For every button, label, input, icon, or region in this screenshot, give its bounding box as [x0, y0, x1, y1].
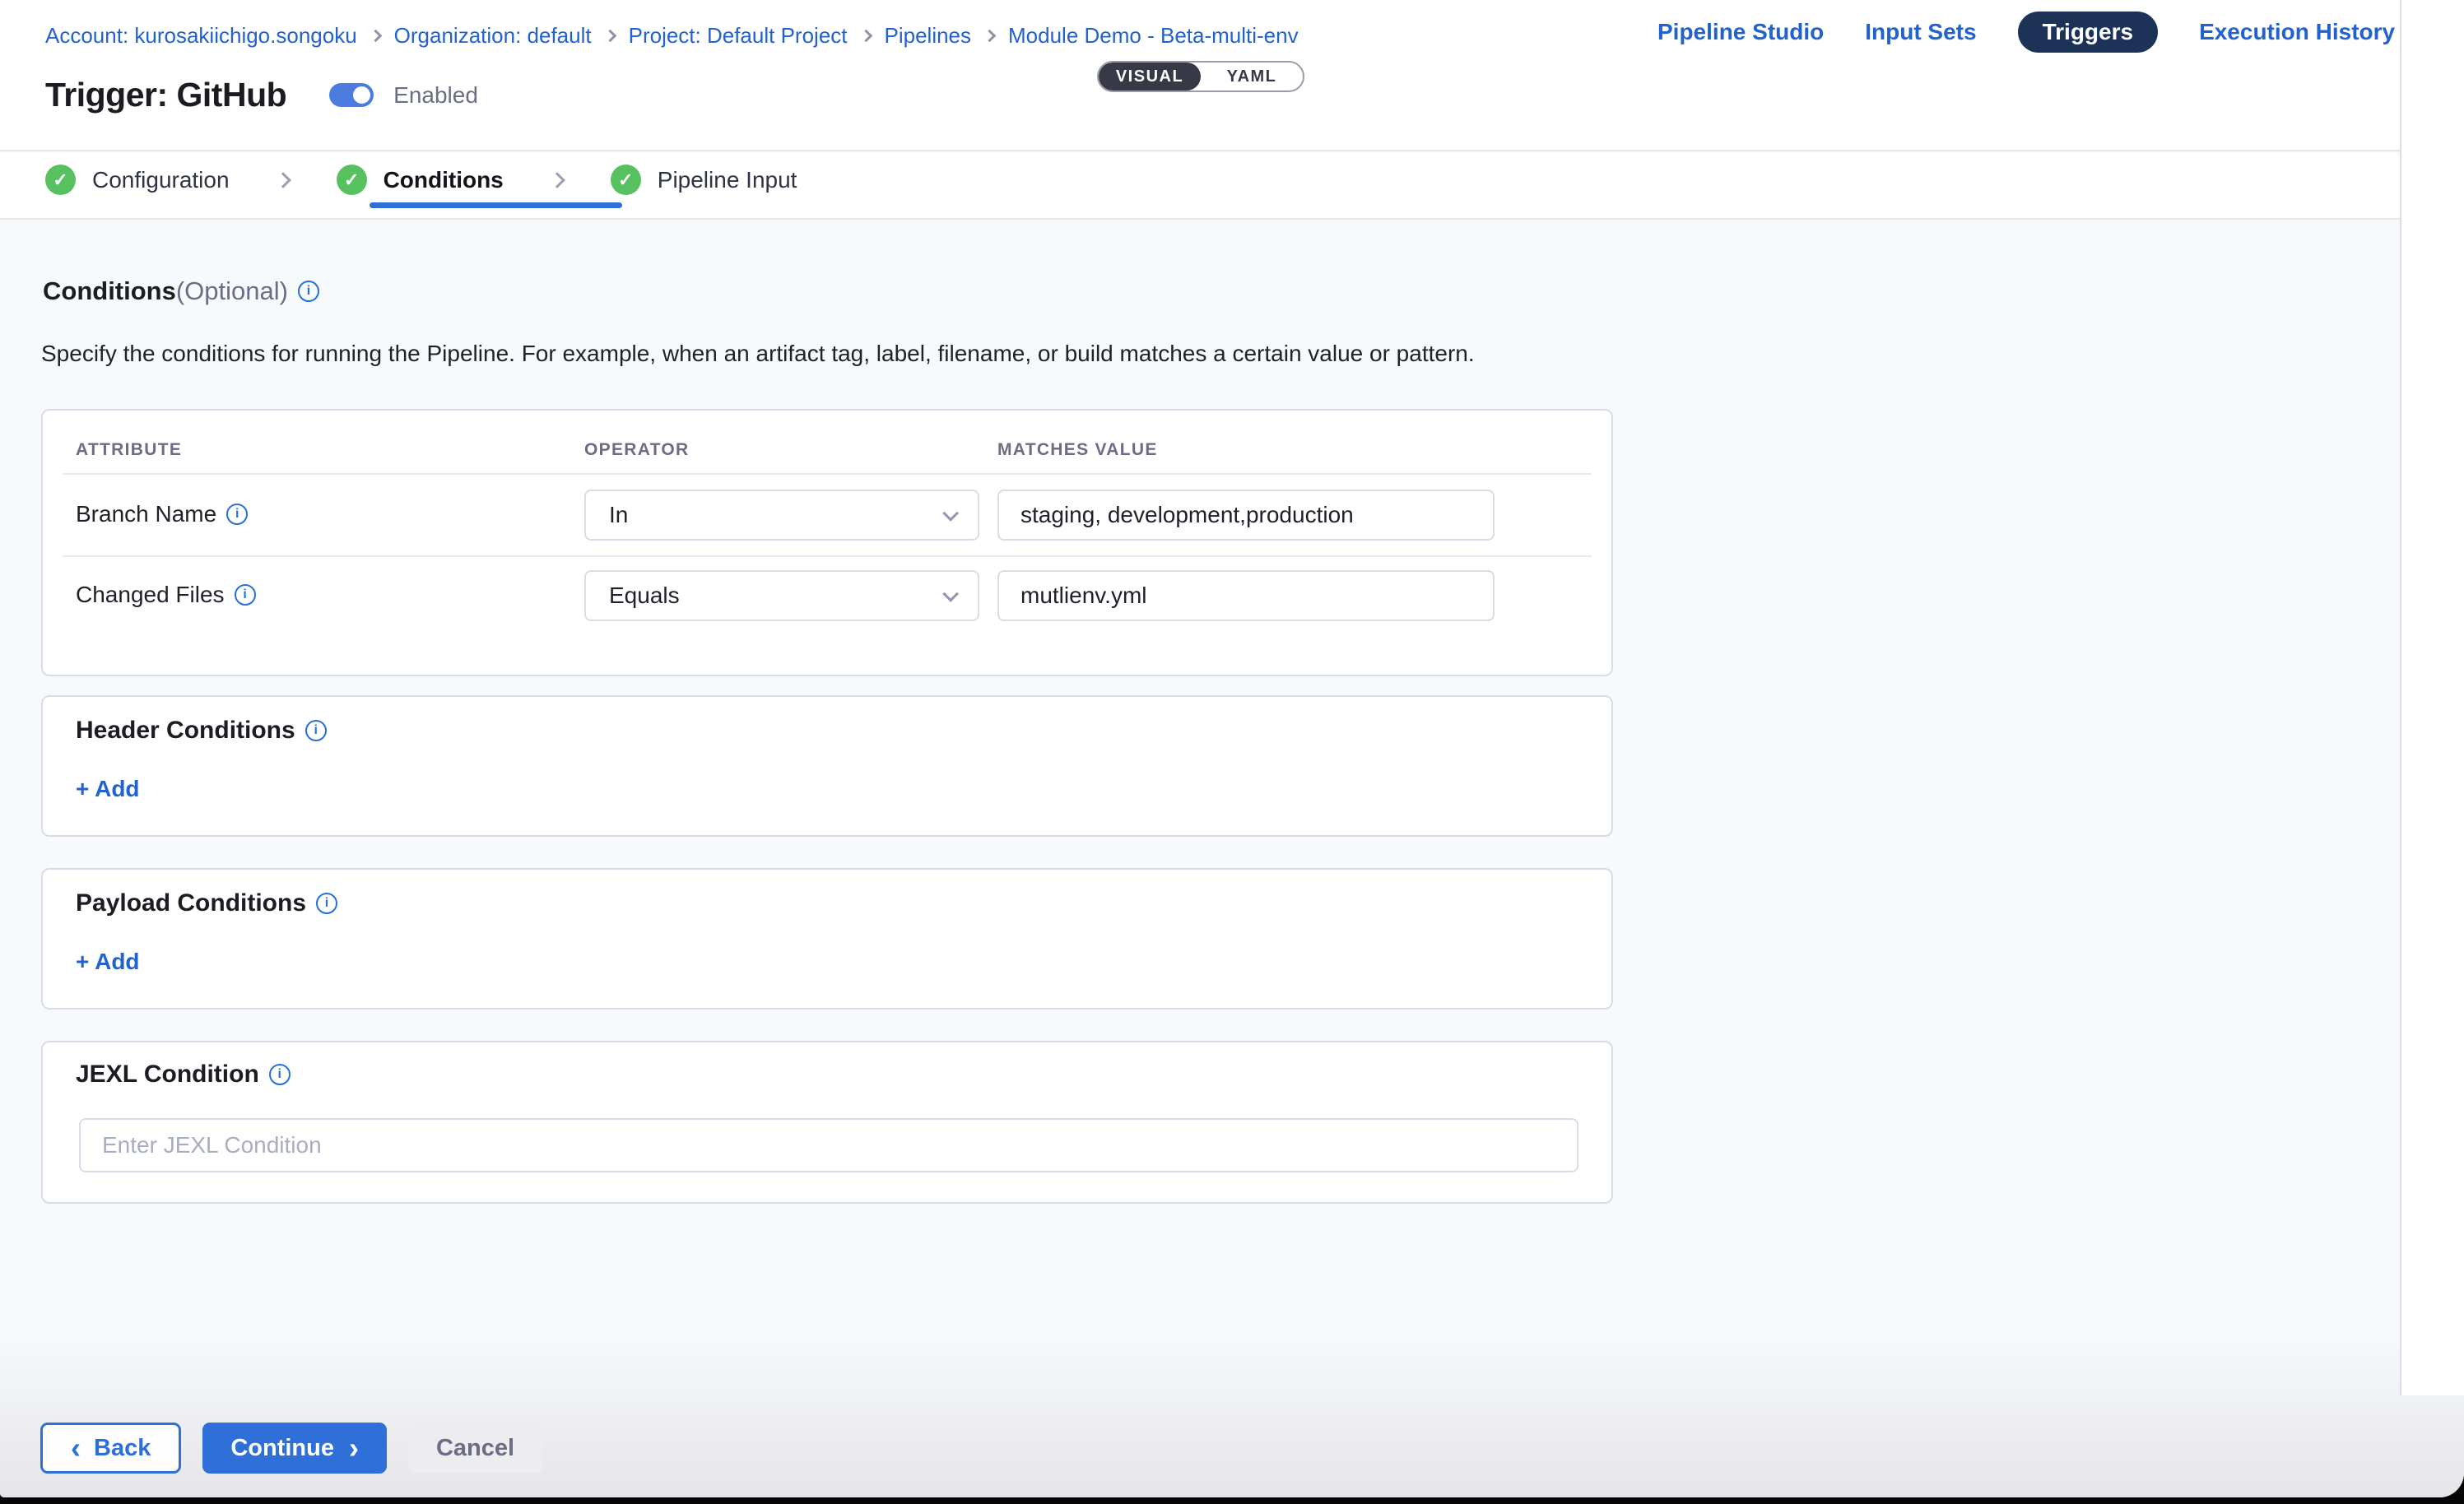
divider — [63, 473, 1592, 475]
continue-button-label: Continue — [230, 1435, 334, 1462]
breadcrumb: Account: kurosakiichigo.songoku Organiza… — [45, 23, 1299, 49]
wizard-tabs: ✓ Configuration ✓ Conditions ✓ Pipeline … — [45, 165, 797, 195]
matches-value-input-changed-files[interactable] — [997, 570, 1495, 621]
wizard-footer: ‹ Back Continue › Cancel — [40, 1423, 542, 1474]
nav-triggers[interactable]: Triggers — [2018, 12, 2158, 53]
desktop-background: Account: kurosakiichigo.songoku Organiza… — [0, 0, 2464, 1504]
check-icon: ✓ — [337, 165, 367, 195]
attribute-name: Changed Files — [76, 582, 225, 608]
conditions-heading-text: Conditions — [43, 276, 176, 306]
tab-configuration[interactable]: ✓ Configuration — [45, 165, 230, 195]
add-payload-condition-button[interactable]: + Add — [76, 949, 140, 975]
page-title: Trigger: GitHub — [45, 76, 286, 114]
jexl-condition-input[interactable] — [79, 1118, 1578, 1172]
chevron-down-icon — [942, 505, 959, 522]
enabled-label: Enabled — [393, 82, 478, 109]
chevron-right-icon — [369, 30, 382, 43]
chevron-right-icon — [549, 172, 565, 188]
back-button[interactable]: ‹ Back — [40, 1423, 181, 1474]
info-icon[interactable]: i — [226, 504, 248, 525]
divider — [63, 555, 1592, 557]
breadcrumb-organization[interactable]: Organization: default — [394, 23, 592, 49]
title-row: Trigger: GitHub Enabled — [45, 76, 478, 114]
info-icon[interactable]: i — [305, 720, 327, 741]
right-rail — [2400, 0, 2464, 1395]
wizard-tabs-band: ✓ Configuration ✓ Conditions ✓ Pipeline … — [0, 153, 2400, 220]
payload-conditions-title: Payload Conditions i — [76, 889, 337, 917]
chevron-down-icon — [942, 586, 959, 602]
breadcrumb-pipeline-name[interactable]: Module Demo - Beta-multi-env — [1008, 23, 1299, 49]
enabled-toggle[interactable] — [329, 83, 374, 107]
table-row-branch-name-label: Branch Name i — [76, 501, 248, 527]
operator-select-branch-name[interactable]: In — [584, 490, 979, 541]
operator-value: In — [609, 502, 943, 528]
header-conditions-title: Header Conditions i — [76, 717, 327, 745]
header-conditions-card: Header Conditions i + Add — [41, 695, 1613, 837]
nav-input-sets[interactable]: Input Sets — [1865, 19, 1976, 45]
check-icon: ✓ — [611, 165, 641, 195]
tab-configuration-label: Configuration — [92, 167, 230, 193]
tab-pipeline-input[interactable]: ✓ Pipeline Input — [611, 165, 797, 195]
attribute-name: Branch Name — [76, 501, 216, 527]
info-icon[interactable]: i — [235, 584, 256, 606]
chevron-right-icon — [275, 172, 291, 188]
operator-select-changed-files[interactable]: Equals — [584, 570, 979, 621]
tab-conditions-label: Conditions — [384, 167, 504, 193]
nav-execution-history[interactable]: Execution History — [2199, 19, 2395, 45]
column-header-operator: OPERATOR — [584, 440, 689, 460]
breadcrumb-pipelines[interactable]: Pipelines — [885, 23, 972, 49]
tab-conditions[interactable]: ✓ Conditions — [337, 165, 504, 195]
conditions-table-card: ATTRIBUTE OPERATOR MATCHES VALUE Branch … — [41, 409, 1613, 676]
breadcrumb-account[interactable]: Account: kurosakiichigo.songoku — [45, 23, 357, 49]
jexl-condition-title-text: JEXL Condition — [76, 1061, 259, 1089]
header-conditions-title-text: Header Conditions — [76, 717, 295, 745]
breadcrumb-project[interactable]: Project: Default Project — [629, 23, 848, 49]
chevron-right-icon — [983, 30, 997, 43]
back-button-label: Back — [94, 1435, 151, 1462]
continue-button[interactable]: Continue › — [202, 1423, 387, 1474]
visual-yaml-toggle: VISUAL YAML — [1097, 61, 1304, 92]
column-header-matches-value: MATCHES VALUE — [997, 440, 1158, 460]
yaml-toggle-button[interactable]: YAML — [1201, 63, 1303, 91]
add-header-condition-button[interactable]: + Add — [76, 776, 140, 802]
tab-pipeline-input-label: Pipeline Input — [658, 167, 797, 193]
jexl-condition-title: JEXL Condition i — [76, 1061, 291, 1089]
conditions-heading: Conditions (Optional) i — [43, 276, 319, 306]
info-icon[interactable]: i — [298, 281, 319, 302]
nav-pipeline-studio[interactable]: Pipeline Studio — [1657, 19, 1824, 45]
visual-toggle-button[interactable]: VISUAL — [1099, 63, 1201, 91]
chevron-right-icon — [859, 30, 872, 43]
operator-value: Equals — [609, 583, 943, 609]
info-icon[interactable]: i — [269, 1064, 291, 1085]
column-header-attribute: ATTRIBUTE — [76, 440, 182, 460]
table-row-changed-files-label: Changed Files i — [76, 582, 256, 608]
chevron-right-icon — [603, 30, 616, 43]
cancel-button-label: Cancel — [436, 1435, 514, 1462]
conditions-description: Specify the conditions for running the P… — [41, 341, 1475, 367]
app-window: Account: kurosakiichigo.songoku Organiza… — [0, 0, 2464, 1497]
active-tab-underline — [370, 202, 622, 208]
payload-conditions-card: Payload Conditions i + Add — [41, 868, 1613, 1010]
jexl-condition-card: JEXL Condition i — [41, 1041, 1613, 1204]
toggle-knob — [351, 84, 373, 106]
conditions-optional-text: (Optional) — [176, 276, 288, 306]
cancel-button[interactable]: Cancel — [408, 1423, 542, 1474]
matches-value-input-branch-name[interactable] — [997, 490, 1495, 541]
check-icon: ✓ — [45, 165, 76, 195]
pipeline-nav: Pipeline Studio Input Sets Triggers Exec… — [1657, 12, 2395, 53]
page-header: Account: kurosakiichigo.songoku Organiza… — [0, 0, 2400, 151]
payload-conditions-title-text: Payload Conditions — [76, 889, 306, 917]
info-icon[interactable]: i — [316, 893, 337, 914]
